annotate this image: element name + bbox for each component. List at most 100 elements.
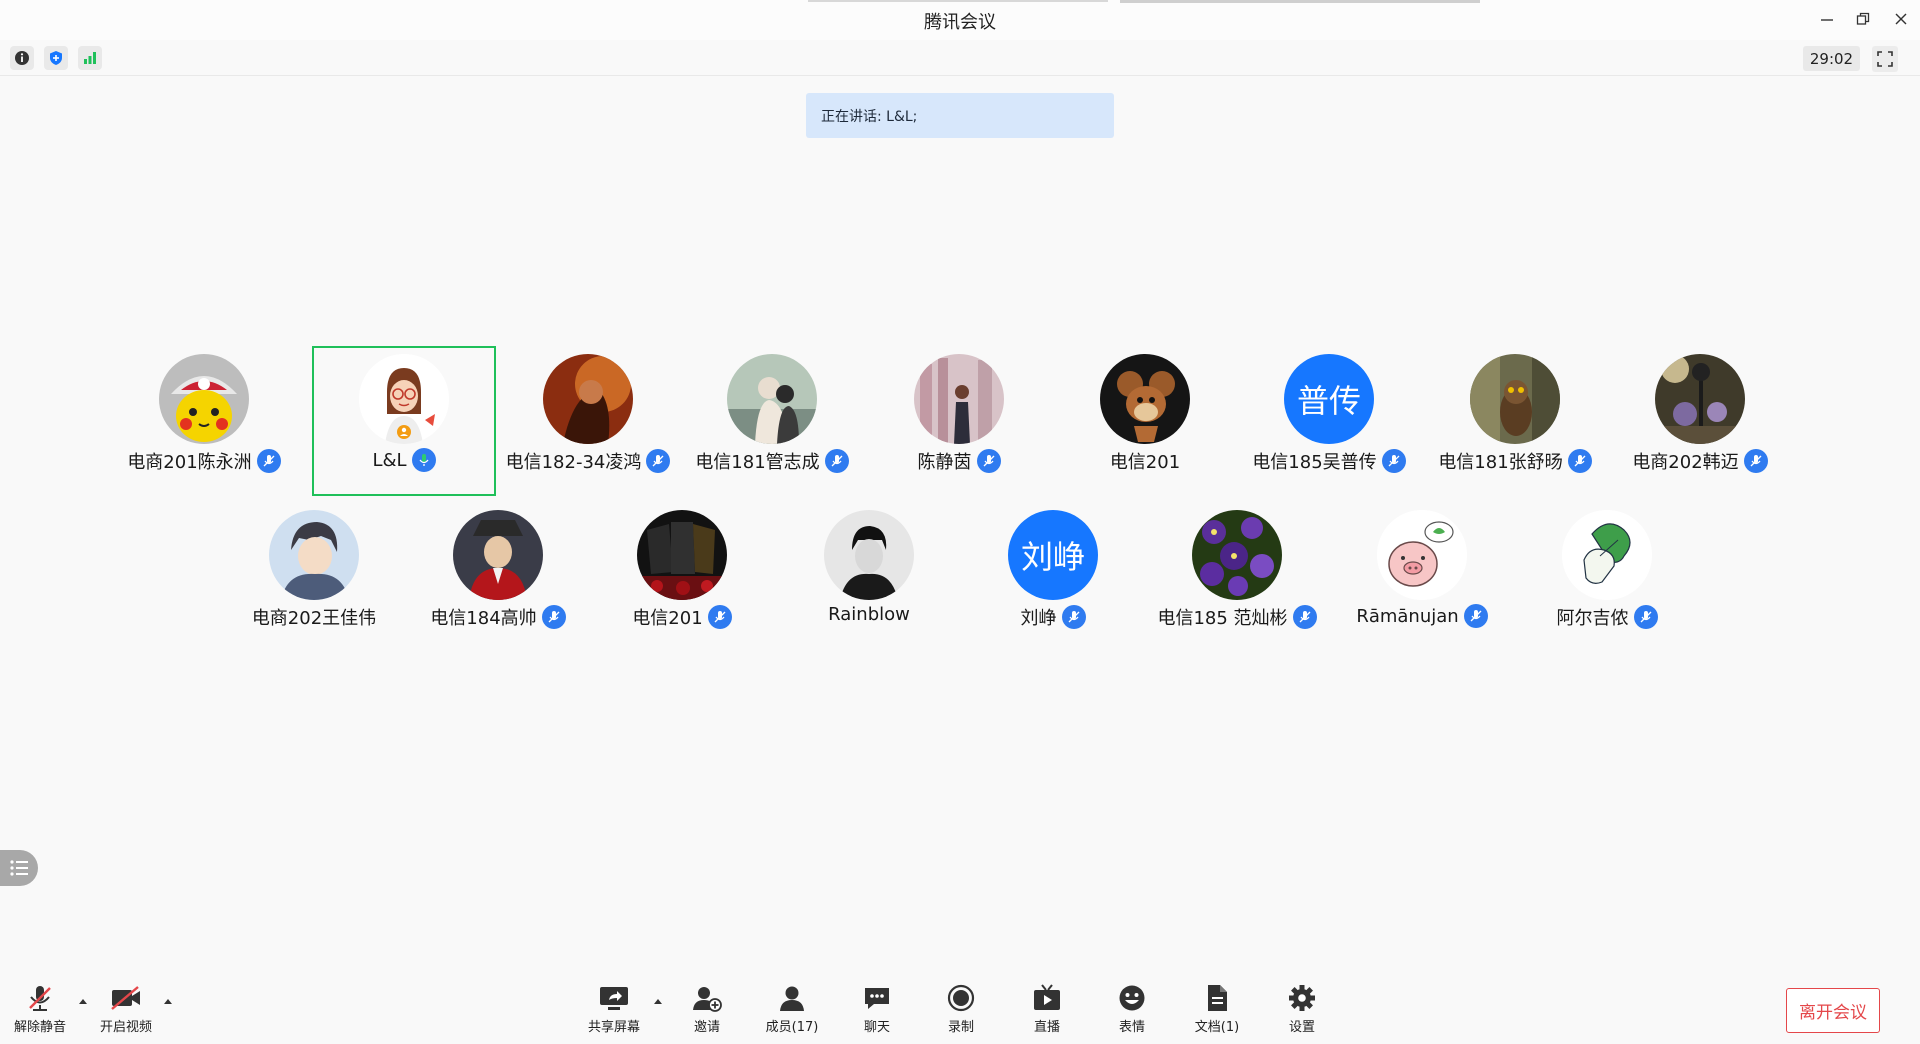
participant-name: 电信201 (632, 608, 703, 629)
fullscreen-button[interactable] (1872, 46, 1898, 72)
live-stream-button[interactable]: 直播 (1007, 984, 1087, 1035)
participant-tile[interactable]: 陈静茵 (867, 346, 1051, 496)
participant-name: 电商201陈永洲 (127, 452, 252, 473)
settings-label: 设置 (1288, 1020, 1315, 1035)
reactions-button[interactable]: 表情 (1092, 984, 1172, 1035)
caret-up-icon (654, 999, 662, 1004)
close-icon (1895, 13, 1907, 25)
participant-name: Rainblow (828, 604, 910, 625)
mic-muted-icon (824, 449, 849, 473)
shield-icon (50, 51, 62, 65)
avatar (1100, 354, 1190, 444)
security-button[interactable] (44, 46, 68, 70)
active-speaker-text: 正在讲话: L&L; (821, 108, 918, 125)
minimize-icon (1821, 19, 1833, 21)
participant-tile[interactable]: 电信201 (590, 502, 774, 652)
participant-name: 电信184高帅 (430, 608, 537, 629)
chat-label: 聊天 (863, 1020, 890, 1035)
participant-name: 电信185吴普传 (1252, 452, 1377, 473)
camera-off-icon (111, 986, 140, 1010)
participant-tile[interactable]: 电商202韩迈 (1608, 346, 1792, 496)
participant-name: 电信181管志成 (695, 452, 820, 473)
meeting-toolbar: 解除静音 开启视频 共享屏幕 邀请 成员(17) 聊天 录制 直播 表情 文档(… (0, 972, 1920, 1044)
participant-name: 电信181张舒旸 (1438, 452, 1563, 473)
participant-tile[interactable]: 电信181管志成 (680, 346, 864, 496)
participant-tile[interactable]: 电信181张舒旸 (1423, 346, 1607, 496)
participant-name: 电信182-34凌鸿 (505, 452, 642, 473)
documents-label: 文档(1) (1194, 1020, 1240, 1035)
avatar (1562, 510, 1652, 600)
participant-name: 电商202王佳伟 (251, 608, 377, 629)
layout-list-toggle[interactable] (0, 850, 38, 886)
participant-name: 电商202韩迈 (1632, 452, 1739, 473)
tab-strip-decoration (808, 0, 1108, 2)
meeting-status-bar: 29:02 (0, 40, 1920, 76)
participant-name: Rāmānujan (1356, 605, 1459, 627)
chat-icon (865, 988, 889, 1009)
participant-tile[interactable]: 电信182-34凌鸿 (496, 346, 680, 496)
meeting-info-button[interactable] (10, 46, 34, 70)
participant-tile[interactable]: 电信201 (1053, 346, 1237, 496)
list-icon (10, 860, 28, 876)
share-options-caret[interactable] (651, 994, 665, 1008)
avatar-initials: 普传 (1296, 382, 1361, 420)
participant-tile[interactable]: Rainblow (777, 502, 961, 652)
participant-tile-active[interactable]: L&L (312, 346, 496, 496)
participant-tile[interactable]: 普传 电信185吴普传 (1237, 346, 1421, 496)
record-button[interactable]: 录制 (921, 984, 1001, 1035)
live-stream-icon (1034, 984, 1060, 1010)
mic-muted-icon (541, 605, 566, 629)
members-icon (780, 986, 804, 1011)
avatar (543, 354, 633, 444)
network-status-button[interactable] (78, 46, 102, 70)
leave-meeting-button[interactable]: 离开会议 (1786, 988, 1880, 1033)
participant-tile[interactable]: 电信184高帅 (406, 502, 590, 652)
participant-tile[interactable]: 电商202王佳伟 (222, 502, 406, 652)
avatar-initials: 刘峥 (1020, 538, 1085, 576)
document-icon (1208, 985, 1227, 1011)
add-user-icon (693, 987, 722, 1012)
documents-button[interactable]: 文档(1) (1177, 984, 1257, 1035)
participant-name: 陈静茵 (917, 452, 972, 473)
avatar (824, 510, 914, 600)
video-options-caret[interactable] (161, 994, 175, 1008)
mic-muted-icon (1463, 604, 1488, 628)
avatar (1377, 510, 1467, 600)
members-label: 成员(17) (765, 1020, 819, 1035)
settings-button[interactable]: 设置 (1262, 984, 1342, 1035)
avatar (637, 510, 727, 600)
mic-off-icon (29, 986, 51, 1011)
restore-icon (1856, 12, 1870, 25)
avatar (269, 510, 359, 600)
participant-tile[interactable]: 电信185 范灿彬 (1145, 502, 1329, 652)
participant-tile[interactable]: Rāmānujan (1330, 502, 1514, 652)
unmute-button[interactable]: 解除静音 (0, 984, 80, 1035)
mic-speaking-icon (411, 448, 436, 472)
minimize-button[interactable] (1812, 6, 1842, 32)
participant-tile[interactable]: 刘峥 刘峥 (961, 502, 1145, 652)
avatar: 刘峥 (1008, 510, 1098, 600)
chat-button[interactable]: 聊天 (837, 984, 917, 1035)
members-button[interactable]: 成员(17) (752, 984, 832, 1035)
participant-tile[interactable]: 电商201陈永洲 (112, 346, 296, 496)
start-video-button[interactable]: 开启视频 (86, 984, 166, 1035)
window-title: 腾讯会议 (924, 12, 996, 33)
gear-icon (1289, 985, 1315, 1011)
invite-button[interactable]: 邀请 (667, 984, 747, 1035)
close-button[interactable] (1886, 6, 1916, 32)
emoji-icon (1119, 985, 1145, 1011)
avatar (359, 354, 449, 444)
avatar: 普传 (1284, 354, 1374, 444)
participant-name: 刘峥 (1020, 608, 1057, 629)
participant-tile[interactable]: 阿尔吉侬 (1515, 502, 1699, 652)
avatar (1192, 510, 1282, 600)
tab-strip-decoration (1120, 0, 1480, 3)
share-screen-button[interactable]: 共享屏幕 (574, 984, 654, 1035)
restore-button[interactable] (1848, 6, 1878, 32)
mic-muted-icon (1633, 605, 1658, 629)
avatar (159, 354, 249, 444)
mic-muted-icon (976, 449, 1001, 473)
record-icon (947, 984, 975, 1012)
avatar (727, 354, 817, 444)
live-stream-label: 直播 (1033, 1020, 1060, 1035)
